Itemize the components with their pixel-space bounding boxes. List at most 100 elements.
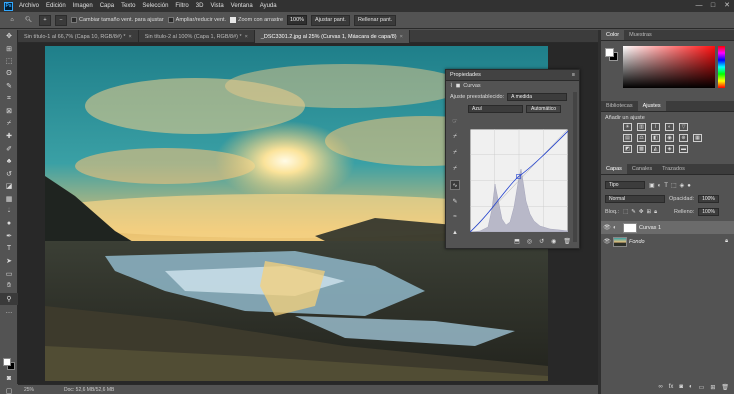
- layer-thumbnail[interactable]: [613, 236, 627, 247]
- photo-filter-icon[interactable]: ◉: [665, 134, 674, 142]
- tab-layers[interactable]: Capas: [601, 164, 627, 174]
- clip-to-layer-icon[interactable]: ⬒: [514, 238, 520, 245]
- visibility-icon[interactable]: ◉: [551, 238, 556, 245]
- marquee-tool-icon[interactable]: ⬚: [0, 55, 18, 68]
- tab-channels[interactable]: Canales: [627, 164, 657, 174]
- layer-row-curves[interactable]: 👁︎ ◐ Curvas 1: [601, 221, 734, 234]
- curves-graph[interactable]: [470, 129, 568, 232]
- close-tab-icon[interactable]: ×: [245, 34, 248, 40]
- crop-tool-icon[interactable]: ⌗: [0, 93, 18, 106]
- zoom-tool-icon[interactable]: 🔍︎: [22, 15, 35, 26]
- delete-icon[interactable]: 🗑︎: [563, 238, 571, 245]
- tab-paths[interactable]: Trazados: [657, 164, 690, 174]
- tab-document-3[interactable]: _DSC3301.2.jpg al 25% (Curvas 1, Máscara…: [254, 30, 410, 43]
- layer-name[interactable]: Curvas 1: [639, 225, 661, 231]
- layer-mask-thumbnail[interactable]: [623, 222, 637, 233]
- posterize-icon[interactable]: ▩: [637, 145, 646, 153]
- brush-tool-icon[interactable]: ✐: [0, 143, 18, 156]
- screen-mode-icon[interactable]: ▢: [0, 385, 18, 394]
- layer-name[interactable]: Fondo: [629, 239, 645, 245]
- mask-icon[interactable]: ◼: [456, 83, 461, 89]
- type-tool-icon[interactable]: T: [0, 243, 18, 256]
- gradient-tool-icon[interactable]: ▦: [0, 193, 18, 206]
- tab-document-2[interactable]: Sin título-2 al 100% (Capa 1, RGB/8#) * ×: [139, 30, 255, 43]
- dodge-tool-icon[interactable]: ●: [0, 218, 18, 231]
- menu-seleccion[interactable]: Selección: [142, 3, 168, 9]
- maximize-button[interactable]: □: [706, 0, 720, 12]
- frame-tool-icon[interactable]: ⊠: [0, 105, 18, 118]
- minimize-button[interactable]: —: [692, 0, 706, 12]
- close-tab-icon[interactable]: ×: [400, 34, 403, 40]
- properties-header[interactable]: Propiedades ≡: [446, 70, 579, 81]
- color-lookup-icon[interactable]: ▦: [693, 134, 702, 142]
- smooth-curve-icon[interactable]: ≈: [450, 212, 460, 222]
- gradient-map-icon[interactable]: ▬: [679, 145, 688, 153]
- checkbox-checked-icon[interactable]: [230, 17, 237, 23]
- tab-document-1[interactable]: Sin título-1 al 66,7% (Capa 10, RGB/8#) …: [18, 30, 139, 43]
- exposure-icon[interactable]: ◐: [665, 123, 674, 131]
- scrubby-zoom-option[interactable]: Zoom con arrastre: [230, 17, 283, 23]
- foreground-color-chip[interactable]: [605, 48, 614, 57]
- menu-filtro[interactable]: Filtro: [175, 3, 188, 9]
- levels-icon[interactable]: ▥: [637, 123, 646, 131]
- fill-screen-button[interactable]: Rellenar pant.: [353, 14, 397, 26]
- zoom-tool-icon[interactable]: ⚲: [0, 292, 18, 305]
- panel-menu-icon[interactable]: ≡: [572, 72, 575, 78]
- selective-color-icon[interactable]: ◈: [665, 145, 674, 153]
- white-point-eyedropper-icon[interactable]: ⌿: [450, 164, 460, 174]
- fit-screen-button[interactable]: Ajustar pant.: [311, 14, 350, 26]
- new-layer-icon[interactable]: ⊞: [710, 384, 715, 391]
- hue-slider[interactable]: [718, 46, 725, 88]
- history-brush-tool-icon[interactable]: ↺: [0, 168, 18, 181]
- black-white-icon[interactable]: ◧: [651, 134, 660, 142]
- black-point-eyedropper-icon[interactable]: ⌿: [450, 132, 460, 142]
- view-previous-icon[interactable]: ◎: [527, 238, 532, 245]
- new-group-icon[interactable]: ▭: [699, 384, 705, 391]
- hand-tool-icon[interactable]: ✋︎: [0, 280, 18, 293]
- invert-icon[interactable]: ◩: [623, 145, 632, 153]
- menu-imagen[interactable]: Imagen: [73, 3, 93, 9]
- new-adjustment-icon[interactable]: ◐: [689, 384, 693, 390]
- layer-filter-select[interactable]: Tipo: [605, 181, 645, 189]
- menu-edicion[interactable]: Edición: [46, 3, 66, 9]
- path-select-tool-icon[interactable]: ➤: [0, 255, 18, 268]
- doc-info[interactable]: Doc: 52,6 MB/52,6 MB: [64, 387, 114, 393]
- curves-icon[interactable]: ⌇: [651, 123, 660, 131]
- zoom-value-field[interactable]: 100%: [287, 15, 308, 25]
- pen-tool-icon[interactable]: ✒: [0, 230, 18, 243]
- eraser-tool-icon[interactable]: ◪: [0, 180, 18, 193]
- layer-row-fondo[interactable]: 👁︎ Fondo 🔒︎: [601, 235, 734, 248]
- delete-layer-icon[interactable]: 🗑︎: [721, 384, 729, 391]
- menu-vista[interactable]: Vista: [210, 3, 223, 9]
- add-mask-icon[interactable]: ◙: [679, 384, 683, 390]
- color-balance-icon[interactable]: ⚖: [637, 134, 646, 142]
- hue-saturation-icon[interactable]: ▤: [623, 134, 632, 142]
- filter-icons[interactable]: ▣◐T⬚◈●: [649, 182, 694, 189]
- opacity-field[interactable]: 100%: [698, 195, 719, 203]
- quick-mask-icon[interactable]: ◙: [0, 372, 18, 385]
- on-image-adjust-icon[interactable]: ☞: [450, 116, 460, 126]
- gray-point-eyedropper-icon[interactable]: ⌿: [450, 148, 460, 158]
- lasso-tool-icon[interactable]: ʘ: [0, 68, 18, 81]
- zoom-all-option[interactable]: Ampliar/reducir vent.: [167, 17, 226, 23]
- menu-ventana[interactable]: Ventana: [231, 3, 253, 9]
- threshold-icon[interactable]: ◭: [651, 145, 660, 153]
- lock-icon[interactable]: 🔒︎: [725, 238, 728, 245]
- menu-texto[interactable]: Texto: [121, 3, 135, 9]
- zoom-level[interactable]: 25%: [24, 387, 34, 393]
- preset-select[interactable]: A medida: [507, 93, 568, 101]
- close-button[interactable]: ✕: [720, 0, 734, 12]
- menu-ayuda[interactable]: Ayuda: [260, 3, 277, 9]
- link-layers-icon[interactable]: ∞: [658, 384, 662, 390]
- zoom-in-icon[interactable]: +: [38, 14, 51, 26]
- channel-mixer-icon[interactable]: ⊕: [679, 134, 688, 142]
- menu-3d[interactable]: 3D: [196, 3, 204, 9]
- vibrance-icon[interactable]: ▽: [679, 123, 688, 131]
- lock-icons[interactable]: ⬚✎✥⊞🔒︎: [623, 209, 660, 216]
- auto-button[interactable]: Automático: [526, 105, 562, 113]
- more-tools-icon[interactable]: …: [0, 305, 18, 318]
- rectangle-tool-icon[interactable]: ▭: [0, 268, 18, 281]
- foreground-color-swatch[interactable]: [3, 358, 11, 366]
- brightness-icon[interactable]: ☀: [623, 123, 632, 131]
- tab-libraries[interactable]: Bibliotecas: [601, 101, 638, 111]
